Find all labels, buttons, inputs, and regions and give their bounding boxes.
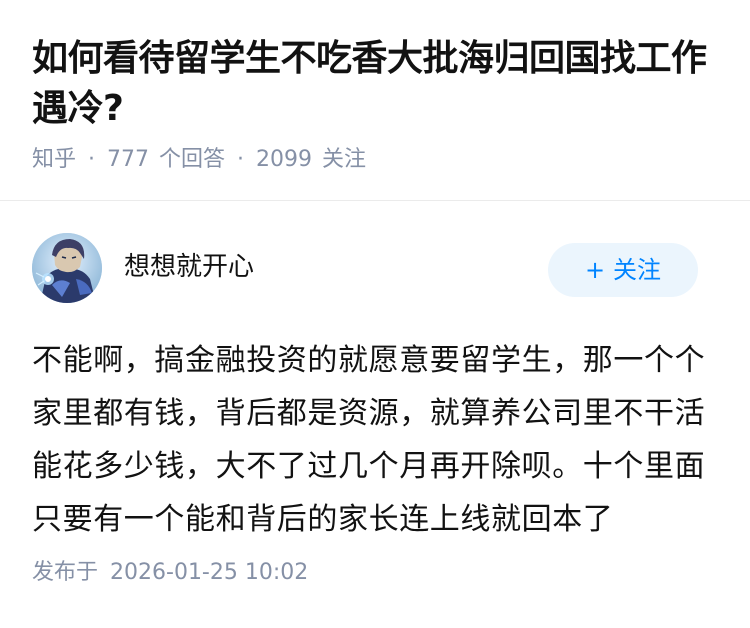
answer-count-label: 个回答 [159, 147, 226, 172]
publish-time: 2026-01-25 10:02 [110, 560, 309, 585]
follower-count-label: 关注 [322, 147, 367, 172]
plus-icon: + [584, 256, 606, 284]
separator-dot: · [237, 147, 245, 172]
answer-paragraph: 不能啊，搞金融投资的就愿意要留学生，那一个个家里都有钱，背后都是资源，就算养公司… [32, 343, 706, 537]
separator-dot: · [88, 147, 96, 172]
follow-button-label: 关注 [613, 256, 662, 284]
source-label[interactable]: 知乎 [32, 145, 76, 175]
answer-count-link[interactable]: 777 个回答 [107, 145, 225, 175]
answer-card: 想想就开心 + 关注 不能啊，搞金融投资的就愿意要留学生，那一个个家里都有钱，背后… [0, 201, 750, 628]
answer-count: 777 [107, 147, 150, 172]
follow-button[interactable]: + 关注 [548, 243, 698, 297]
follower-count: 2099 [256, 147, 313, 172]
author-name[interactable]: 想想就开心 [124, 247, 254, 287]
anime-character-avatar-icon [32, 233, 102, 303]
follower-count-link[interactable]: 2099 关注 [256, 145, 366, 175]
question-meta: 知乎 · 777 个回答 · 2099 关注 [32, 145, 366, 175]
publish-info: 发布于 2026-01-25 10:02 [32, 558, 308, 588]
question-title[interactable]: 如何看待留学生不吃香大批海归回国找工作遇冷? [32, 34, 722, 134]
avatar[interactable] [32, 233, 102, 303]
question-header: 如何看待留学生不吃香大批海归回国找工作遇冷? 知乎 · 777 个回答 · 209… [0, 0, 750, 200]
answer-content: 不能啊，搞金融投资的就愿意要留学生，那一个个家里都有钱，背后都是资源，就算养公司… [32, 334, 722, 546]
publish-label: 发布于 [32, 560, 99, 585]
